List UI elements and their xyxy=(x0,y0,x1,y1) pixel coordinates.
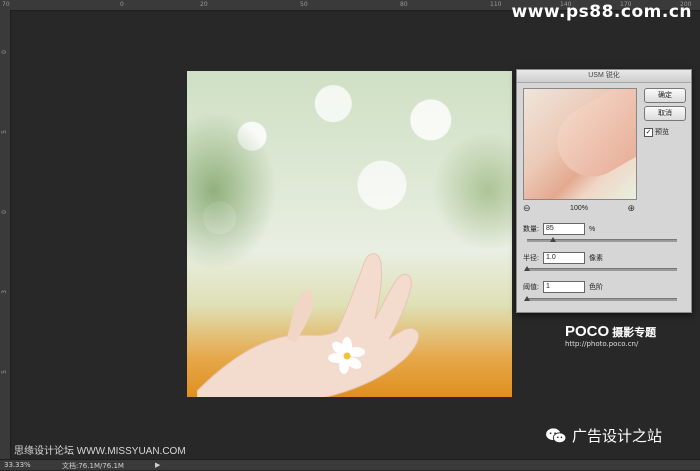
ruler-tick: 5 xyxy=(1,130,8,134)
ruler-tick: 50 xyxy=(300,1,308,8)
zoom-in-icon[interactable]: ⊕ xyxy=(627,203,635,214)
document-size: 文档:76.1M/76.1M xyxy=(62,462,124,470)
document-photo[interactable] xyxy=(187,71,512,397)
threshold-slider-thumb[interactable] xyxy=(524,296,530,301)
threshold-input[interactable]: 1 xyxy=(543,281,585,293)
threshold-row: 阈值: 1 色阶 xyxy=(523,281,603,293)
ruler-tick: 20 xyxy=(200,1,208,8)
ruler-tick: 0 xyxy=(1,210,8,214)
radius-slider[interactable] xyxy=(524,266,677,271)
preview-checkbox-row[interactable]: ✓ 预览 xyxy=(644,127,669,137)
threshold-slider[interactable] xyxy=(524,296,677,301)
dialog-preview-pane[interactable] xyxy=(523,88,637,200)
ruler-tick: 3 xyxy=(1,290,8,294)
amount-slider-thumb[interactable] xyxy=(549,237,556,242)
ruler-tick: 5 xyxy=(1,370,8,374)
ruler-tick: 70 xyxy=(2,1,10,8)
preview-checkbox[interactable]: ✓ xyxy=(644,127,653,137)
threshold-unit: 色阶 xyxy=(589,284,603,291)
site-watermark: www.ps88.com.cn xyxy=(511,2,692,22)
hand-with-flower-image xyxy=(197,253,419,397)
preview-checkbox-label: 预览 xyxy=(655,129,669,136)
radius-row: 半径: 1.0 像素 xyxy=(523,252,603,264)
poco-logo-subtitle: 摄影专题 xyxy=(612,327,657,339)
amount-slider[interactable] xyxy=(527,237,677,242)
wechat-text: 广告设计之站 xyxy=(572,428,663,445)
left-ruler[interactable]: 0 5 0 3 5 xyxy=(0,10,11,459)
ruler-tick: 80 xyxy=(400,1,408,8)
bokeh-foliage xyxy=(432,131,512,251)
unsharp-mask-dialog[interactable]: USM 锐化 ⊖ 100% ⊕ 确定 取消 ✓ 预览 数量: 85 % 半径: … xyxy=(516,69,692,313)
zoom-out-icon[interactable]: ⊖ xyxy=(523,203,531,214)
missyuan-watermark: 思缘设计论坛 WWW.MISSYUAN.COM xyxy=(14,446,186,457)
preview-image xyxy=(544,89,636,190)
poco-url: http://photo.poco.cn/ xyxy=(565,340,639,348)
poco-logo: POCO 摄影专题 xyxy=(565,323,656,340)
dialog-title: USM 锐化 xyxy=(517,70,691,83)
amount-input[interactable]: 85 xyxy=(543,223,585,235)
status-bar: 33.33% 文档:76.1M/76.1M ▶ xyxy=(0,459,700,470)
zoom-level[interactable]: 33.33% xyxy=(4,461,31,469)
status-menu-arrow-icon[interactable]: ▶ xyxy=(155,461,160,469)
poco-logo-text: POCO xyxy=(565,323,610,340)
radius-label: 半径: xyxy=(523,255,539,262)
ruler-tick: 0 xyxy=(1,50,8,54)
radius-unit: 像素 xyxy=(589,255,603,262)
ruler-tick: 0 xyxy=(120,1,124,8)
preview-zoom-level: 100% xyxy=(570,204,588,212)
cancel-button[interactable]: 取消 xyxy=(644,106,686,121)
ok-button[interactable]: 确定 xyxy=(644,88,686,103)
radius-slider-thumb[interactable] xyxy=(524,266,530,271)
ruler-tick: 110 xyxy=(490,1,502,8)
wechat-icon xyxy=(546,427,567,443)
amount-row: 数量: 85 % xyxy=(523,223,595,235)
amount-label: 数量: xyxy=(523,226,539,233)
wechat-watermark: 广告设计之站 xyxy=(545,425,662,446)
preview-zoom-controls: ⊖ 100% ⊕ xyxy=(523,203,635,213)
threshold-label: 阈值: xyxy=(523,284,539,291)
amount-unit: % xyxy=(589,225,596,233)
radius-input[interactable]: 1.0 xyxy=(543,252,585,264)
